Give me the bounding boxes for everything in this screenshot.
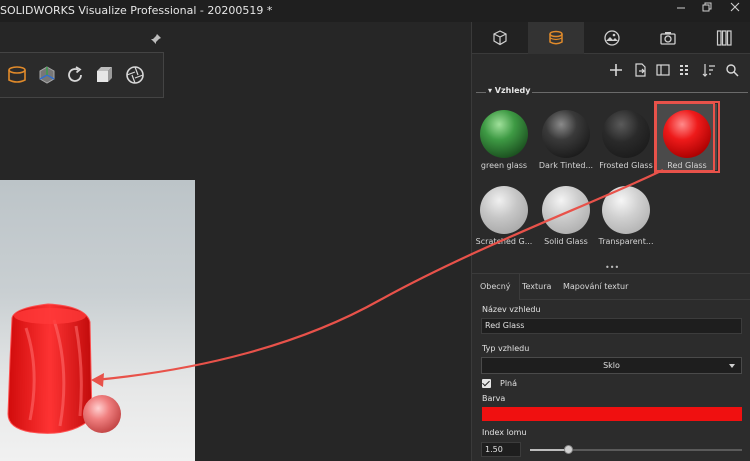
library-icon [716,30,732,46]
material-swatch [602,110,650,158]
tab-libraries[interactable] [696,22,750,54]
material-swatch [542,110,590,158]
chevron-down-icon [729,364,735,368]
grid-view-icon[interactable] [678,62,694,78]
scene-cube-icon[interactable] [36,64,58,86]
material-name: Frosted Glass [599,161,653,170]
material-thumb[interactable]: Scratched G... [474,180,534,246]
scene-render [0,180,195,461]
material-thumb[interactable]: Dark Tinted... [536,104,596,170]
ior-slider-fill [530,449,569,451]
split-view-icon[interactable] [655,62,671,78]
pin-icon[interactable] [150,30,162,44]
appearance-type-select[interactable]: Sklo [481,357,742,374]
material-name: Scratched G... [475,237,533,246]
ior-slider[interactable] [530,445,742,454]
appearances-icon [549,30,563,45]
material-thumb-selected[interactable]: Red Glass [654,101,720,173]
solid-label: Plná [500,379,518,388]
panel-tab-bar [472,22,750,54]
material-thumb[interactable]: Transparent... [596,180,656,246]
color-swatch[interactable] [482,407,742,421]
appearance-type-value: Sklo [603,361,620,370]
material-thumb[interactable]: green glass [474,104,534,170]
material-name: Transparent... [598,237,654,246]
material-name: Red Glass [667,161,707,170]
material-swatch [480,110,528,158]
material-swatch [542,186,590,234]
ior-label: Index lomu [482,428,527,437]
tab-scenes[interactable] [584,22,640,54]
search-icon[interactable] [724,62,740,78]
ior-slider-thumb[interactable] [564,445,574,454]
tab-general[interactable]: Obecný [472,274,520,300]
environment-icon [604,30,620,46]
tab-models[interactable] [472,22,528,54]
camera-shutter-icon[interactable] [124,64,146,86]
properties-tabs: Obecný Textura Mapování textur [472,274,750,300]
tab-appearances[interactable] [528,22,584,54]
title-bar: SOLIDWORKS Visualize Professional - 2020… [0,0,750,22]
add-icon[interactable] [608,62,624,78]
section-label: ▾ Vzhledy [486,86,533,95]
material-swatch [480,186,528,234]
material-thumb[interactable]: Frosted Glass [596,104,656,170]
appearances-panel: ▾ Vzhledy green glass Dark Tinted... Fro… [471,22,750,461]
material-name: Solid Glass [544,237,588,246]
ior-input[interactable]: 1.50 [481,442,521,457]
camera-icon [660,32,676,45]
color-label: Barva [482,394,506,403]
section-header-appearances[interactable]: ▾ Vzhledy [472,84,750,98]
material-swatch [602,186,650,234]
cube-icon [493,30,507,46]
material-name: Dark Tinted... [538,161,594,170]
panel-splitter[interactable]: ••• [605,264,619,272]
render-viewport[interactable] [0,22,471,461]
panel-actions [472,54,750,86]
materials-grid: green glass Dark Tinted... Frosted Glass… [472,101,750,262]
appearance-name-input[interactable]: Red Glass [481,318,742,334]
name-label: Název vzhledu [482,305,541,314]
refresh-icon[interactable] [64,64,86,86]
window-title: SOLIDWORKS Visualize Professional - 2020… [0,4,273,17]
red-glass-cup-render [7,303,121,434]
import-icon[interactable] [632,62,648,78]
viewport-toolbar [0,52,164,98]
solid-checkbox[interactable] [482,379,491,388]
app-window: SOLIDWORKS Visualize Professional - 2020… [0,0,750,461]
export-cube-icon[interactable] [94,64,116,86]
material-swatch [663,110,711,158]
sort-icon[interactable] [701,62,717,78]
properties-panel: Obecný Textura Mapování textur Název vzh… [472,273,750,461]
close-icon[interactable] [718,0,750,22]
material-thumb[interactable]: Solid Glass [536,180,596,246]
tab-texture[interactable]: Textura [514,274,559,300]
type-label: Typ vzhledu [482,344,530,353]
tab-texture-mapping[interactable]: Mapování textur [555,274,636,300]
tab-cameras[interactable] [640,22,696,54]
material-name: green glass [480,161,528,170]
appearance-bucket-icon[interactable] [6,64,28,86]
